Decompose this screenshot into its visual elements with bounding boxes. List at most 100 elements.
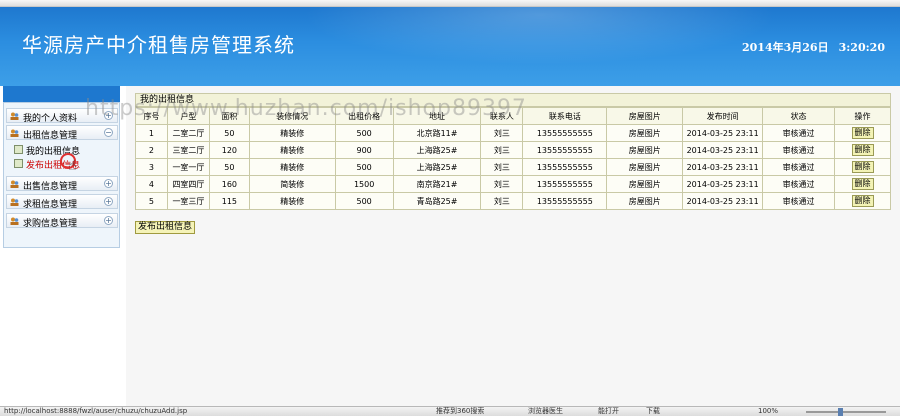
browser-top-strip <box>0 0 900 7</box>
system-title: 华源房产中介租售房管理系统 <box>22 33 295 57</box>
expand-icon[interactable]: + <box>104 179 113 188</box>
cell-contact: 刘三 <box>480 141 524 159</box>
cell-decor: 精装修 <box>248 124 336 142</box>
delete-button[interactable]: 删除 <box>851 161 874 173</box>
cell-time: 2014-03-25 23:11 <box>682 124 764 142</box>
cell-address: 上海路25# <box>392 141 482 159</box>
users-icon <box>10 198 19 206</box>
menu-group-want-rent[interactable]: 求租信息管理 + <box>6 194 118 210</box>
menu-group-label: 求租信息管理 <box>23 200 78 210</box>
cell-photo[interactable]: 房屋图片 <box>606 175 684 193</box>
cell-decor: 精装修 <box>248 141 336 159</box>
cell-contact: 刘三 <box>480 175 524 193</box>
cell-photo[interactable]: 房屋图片 <box>606 141 684 159</box>
watermark: https://www.huzhan.com/ishop89397 <box>85 96 527 121</box>
users-icon <box>10 180 19 188</box>
cell-action: 删除 <box>834 175 891 193</box>
cell-status: 审核通过 <box>762 141 835 159</box>
cell-photo[interactable]: 房屋图片 <box>606 124 684 142</box>
hand-cursor-icon: ☝ <box>68 158 77 174</box>
cell-decor: 简装修 <box>248 175 336 193</box>
cell-address: 上海路25# <box>392 158 482 176</box>
cell-price: 500 <box>334 192 394 210</box>
cell-status: 审核通过 <box>762 158 835 176</box>
cell-price: 500 <box>334 124 394 142</box>
cell-layout: 一室三厅 <box>166 192 210 210</box>
cell-contact: 刘三 <box>480 124 524 142</box>
cell-no: 5 <box>135 192 168 210</box>
collapse-icon[interactable]: − <box>104 128 113 137</box>
cell-phone: 13555555555 <box>522 158 608 176</box>
cell-contact: 刘三 <box>480 158 524 176</box>
delete-button[interactable]: 删除 <box>851 127 874 139</box>
cell-contact: 刘三 <box>480 192 524 210</box>
cell-layout: 四室四厅 <box>166 175 210 193</box>
cell-layout: 一室一厅 <box>166 158 210 176</box>
cell-time: 2014-03-25 23:11 <box>682 158 764 176</box>
menu-group-rent-out[interactable]: 出租信息管理 − <box>6 125 118 141</box>
cell-address: 青岛路25# <box>392 192 482 210</box>
cell-price: 900 <box>334 141 394 159</box>
cell-time: 2014-03-25 23:11 <box>682 175 764 193</box>
menu-group-label: 出租信息管理 <box>23 131 78 141</box>
app-window: 华源房产中介租售房管理系统 2014年3月26日 3:20:20 我的个人资料 +… <box>0 0 900 416</box>
cell-phone: 13555555555 <box>522 192 608 210</box>
users-icon <box>10 217 19 225</box>
delete-button[interactable]: 删除 <box>851 195 874 207</box>
publish-rental-button[interactable]: 发布出租信息 <box>135 221 196 234</box>
cell-action: 删除 <box>834 192 891 210</box>
cell-layout: 二室二厅 <box>166 124 210 142</box>
cell-photo[interactable]: 房屋图片 <box>606 192 684 210</box>
cell-area: 160 <box>208 175 250 193</box>
cell-price: 1500 <box>334 175 394 193</box>
cell-price: 500 <box>334 158 394 176</box>
delete-button[interactable]: 删除 <box>851 178 874 190</box>
cell-phone: 13555555555 <box>522 124 608 142</box>
expand-icon[interactable]: + <box>104 197 113 206</box>
status-item-search[interactable]: 推荐到360搜索 <box>436 407 484 416</box>
status-item-download[interactable]: 下载 <box>646 407 660 416</box>
column-header: 操作 <box>834 107 891 125</box>
cell-decor: 精装修 <box>248 158 336 176</box>
menu-group-label: 出售信息管理 <box>23 182 78 192</box>
cell-status: 审核通过 <box>762 175 835 193</box>
header-date: 2014年3月26日 <box>742 41 829 54</box>
column-header: 联系电话 <box>522 107 608 125</box>
cell-phone: 13555555555 <box>522 175 608 193</box>
table-row: 5 一室三厅 115 精装修 500 青岛路25# 刘三 13555555555… <box>135 192 891 210</box>
status-url: http://localhost:8888/fwzl/auser/chuzu/c… <box>4 407 188 415</box>
table-row: 3 一室一厅 50 精装修 500 上海路25# 刘三 13555555555 … <box>135 158 891 176</box>
cell-address: 南京路21# <box>392 175 482 193</box>
table-row: 2 三室二厅 120 精装修 900 上海路25# 刘三 13555555555… <box>135 141 891 159</box>
header-banner: 华源房产中介租售房管理系统 2014年3月26日 3:20:20 <box>0 7 900 86</box>
cell-photo[interactable]: 房屋图片 <box>606 158 684 176</box>
menu-group-sale[interactable]: 出售信息管理 + <box>6 176 118 192</box>
column-header: 发布时间 <box>682 107 764 125</box>
menu-group-want-buy[interactable]: 求购信息管理 + <box>6 213 118 229</box>
menu-group-label: 求购信息管理 <box>23 219 78 229</box>
cell-area: 50 <box>208 158 250 176</box>
header-decoration <box>260 7 820 86</box>
column-header: 房屋图片 <box>606 107 684 125</box>
status-item-open[interactable]: 能打开 <box>598 407 619 416</box>
cell-layout: 三室二厅 <box>166 141 210 159</box>
status-item-doctor[interactable]: 浏览器医生 <box>528 407 563 416</box>
cell-area: 120 <box>208 141 250 159</box>
header-time: 3:20:20 <box>838 41 885 54</box>
column-header: 状态 <box>762 107 835 125</box>
cell-status: 审核通过 <box>762 192 835 210</box>
cell-address: 北京路11# <box>392 124 482 142</box>
users-icon <box>10 112 19 120</box>
zoom-slider[interactable] <box>806 411 886 413</box>
cell-time: 2014-03-25 23:11 <box>682 141 764 159</box>
cell-area: 115 <box>208 192 250 210</box>
cell-status: 审核通过 <box>762 124 835 142</box>
delete-button[interactable]: 删除 <box>851 144 874 156</box>
zoom-slider-handle[interactable] <box>838 408 843 416</box>
cell-action: 删除 <box>834 124 891 142</box>
cell-action: 删除 <box>834 158 891 176</box>
expand-icon[interactable]: + <box>104 216 113 225</box>
browser-status-bar: http://localhost:8888/fwzl/auser/chuzu/c… <box>0 406 900 416</box>
rental-table: 序号 户型 面积 装修情况 出租价格 地址 联系人 联系电话 房屋图片 发布时间… <box>135 107 891 210</box>
zoom-level[interactable]: 100% <box>758 407 778 416</box>
